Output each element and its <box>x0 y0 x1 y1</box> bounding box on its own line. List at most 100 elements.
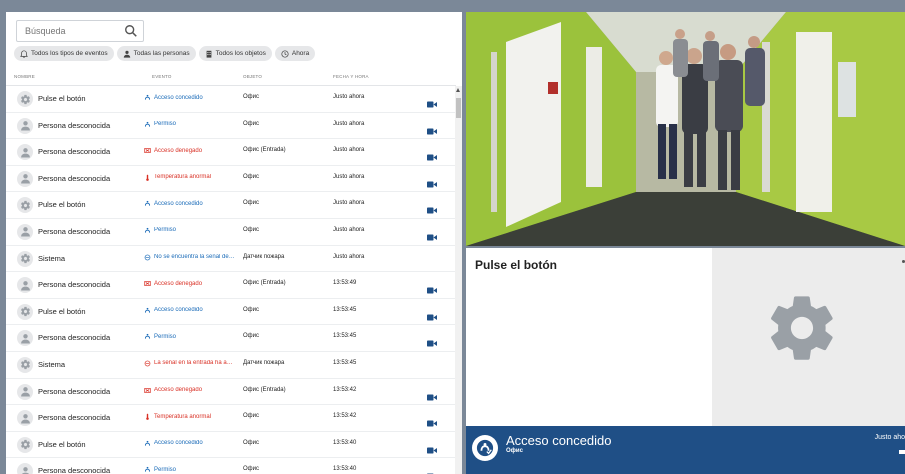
column-event[interactable]: EVENTO <box>152 74 172 79</box>
person-icon <box>17 463 33 474</box>
gear-icon <box>17 356 33 373</box>
row-object: Офис <box>243 173 259 180</box>
column-object[interactable]: OBJETO <box>243 74 262 79</box>
camera-icon[interactable] <box>427 228 437 241</box>
camera-icon[interactable] <box>427 334 437 347</box>
banner-title: Acceso concedido <box>506 433 612 448</box>
camera-icon[interactable] <box>427 308 437 321</box>
row-name: Persona desconocida <box>38 226 111 236</box>
filter-event-types[interactable]: Todos los tipos de eventos <box>14 46 114 61</box>
scroll-up-icon[interactable] <box>456 88 460 92</box>
table-row[interactable]: Persona desconocida Temperatura anormal Оф… <box>6 166 456 193</box>
table-row[interactable]: Persona desconocida Temperatura anormal Оф… <box>6 405 456 432</box>
table-row[interactable]: Persona desconocida Acceso denegado Офис (… <box>6 379 456 406</box>
gear-icon <box>17 91 33 107</box>
signal-icon <box>144 360 151 367</box>
camera-icon[interactable] <box>899 450 905 454</box>
filter-objects-label: Todos los objetos <box>215 50 266 57</box>
row-name: Persona desconocida <box>38 173 111 183</box>
table-row[interactable]: Pulse el botón Acceso concedido Офис Justo … <box>6 86 456 113</box>
camera-icon[interactable] <box>427 414 437 427</box>
row-object: Офис <box>243 413 259 420</box>
gear-icon <box>17 303 33 320</box>
access-granted-icon <box>476 439 494 457</box>
row-name: Persona desconocida <box>38 280 111 290</box>
row-object: Офис <box>243 120 259 127</box>
row-event-label: Acceso concedido <box>154 200 203 207</box>
access-denied-icon <box>144 387 151 394</box>
access-granted-icon <box>144 94 151 101</box>
access-granted-icon <box>144 121 151 128</box>
table-row[interactable]: Persona desconocida Permiso Офис 13:53:45 <box>6 325 456 352</box>
filter-time[interactable]: Ahora <box>274 46 316 61</box>
search-icon[interactable] <box>124 24 138 38</box>
table-row[interactable]: Persona desconocida Permiso Офис 13:53:40 <box>6 458 456 474</box>
row-time: Justo ahora <box>333 200 365 207</box>
row-object: Офис <box>243 226 259 233</box>
row-event: Acceso concedido <box>144 307 246 314</box>
detail-image <box>712 248 905 426</box>
row-name: Persona desconocida <box>38 120 111 130</box>
table-row[interactable]: Persona desconocida Acceso denegado Офис (… <box>6 272 456 299</box>
row-event-label: Acceso concedido <box>154 94 203 101</box>
event-detail-card: Pulse el botón <box>466 248 905 426</box>
table-row[interactable]: Sistema La señal en la entrada ha a… Датчи… <box>6 352 456 379</box>
camera-icon[interactable] <box>427 388 437 401</box>
camera-icon[interactable] <box>427 175 437 188</box>
camera-icon[interactable] <box>427 122 437 135</box>
event-banner[interactable]: Acceso concedido Офис Justo aho <box>466 426 905 474</box>
row-event: Acceso concedido <box>144 440 246 447</box>
search-box[interactable] <box>16 20 144 42</box>
gear-icon <box>17 436 33 453</box>
table-row[interactable]: Pulse el botón Acceso concedido Офис 13:53:… <box>6 299 456 326</box>
access-granted-icon <box>144 466 151 473</box>
row-name: Persona desconocida <box>38 413 111 423</box>
row-time: Justo ahora <box>333 94 365 100</box>
camera-icon[interactable] <box>427 148 437 161</box>
row-time: 13:53:45 <box>333 306 357 313</box>
row-name: Persona desconocida <box>38 333 111 343</box>
column-name[interactable]: NOMBRE <box>14 74 35 79</box>
events-table: Pulse el botón Acceso concedido Офис Justo … <box>6 86 456 474</box>
bell-icon <box>20 49 28 58</box>
filter-persons[interactable]: Todas las personas <box>116 46 196 61</box>
gear-icon <box>771 296 833 360</box>
filter-objects[interactable]: Todos los objetos <box>198 46 272 61</box>
camera-icon[interactable] <box>427 467 437 474</box>
camera-icon[interactable] <box>427 441 437 454</box>
person-icon <box>17 144 33 161</box>
signal-icon <box>144 254 151 261</box>
table-row[interactable]: Persona desconocida Permiso Офис Justo ahor… <box>6 113 456 140</box>
banner-time: Justo aho <box>874 434 905 441</box>
access-granted-icon <box>144 200 151 207</box>
camera-video[interactable] <box>466 12 905 246</box>
row-event: Temperatura anormal <box>144 174 246 181</box>
access-granted-badge <box>472 435 498 461</box>
corridor-video-frame <box>466 12 905 246</box>
table-row[interactable]: Pulse el botón Acceso concedido Офис Justo … <box>6 192 456 219</box>
thermometer-icon <box>144 174 151 181</box>
row-object: Офис <box>243 200 259 207</box>
camera-icon[interactable] <box>427 281 437 294</box>
table-row[interactable]: Sistema No se encuentra la señal de… Датчи… <box>6 246 456 273</box>
row-event: Permiso <box>144 121 246 128</box>
row-object: Офис (Entrada) <box>243 386 286 393</box>
row-time: 13:53:42 <box>333 386 357 393</box>
table-row[interactable]: Pulse el botón Acceso concedido Офис 13:53:… <box>6 432 456 459</box>
row-event-label: Permiso <box>154 121 177 128</box>
table-row[interactable]: Persona desconocida Acceso denegado Офис (… <box>6 139 456 166</box>
row-name: Sistema <box>38 359 66 369</box>
table-row[interactable]: Persona desconocida Permiso Офис Justo ahor… <box>6 219 456 246</box>
row-event: Permiso <box>144 466 246 473</box>
row-name: Sistema <box>38 253 66 263</box>
camera-icon[interactable] <box>427 201 437 214</box>
row-object: Офис <box>243 333 259 340</box>
person-icon <box>17 410 33 427</box>
row-event: Acceso concedido <box>144 94 246 101</box>
row-event: Acceso denegado <box>144 387 246 394</box>
camera-icon[interactable] <box>427 95 437 108</box>
scrollbar[interactable] <box>455 86 462 474</box>
search-input[interactable] <box>17 21 117 41</box>
column-datetime[interactable]: FECHA Y HORA <box>333 74 369 79</box>
scrollbar-thumb[interactable] <box>456 98 461 118</box>
